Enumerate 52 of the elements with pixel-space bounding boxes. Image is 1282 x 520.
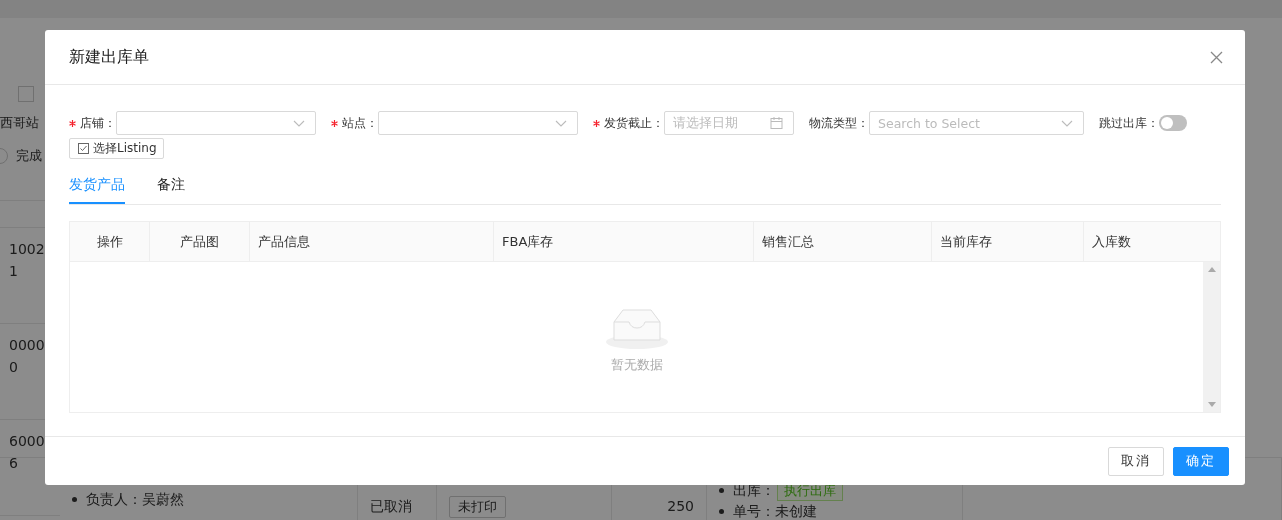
field-label: 物流类型： <box>809 114 869 132</box>
select-field[interactable] <box>116 111 316 135</box>
bullet-icon <box>719 488 724 493</box>
site-label: 西哥站 <box>0 114 39 132</box>
print-status-button[interactable]: 未打印 <box>449 496 506 518</box>
scroll-up-icon[interactable] <box>1207 267 1216 272</box>
table-cell-text: 6 <box>9 454 19 473</box>
close-icon[interactable] <box>1210 50 1223 64</box>
owner-text: 负责人：吴蔚然 <box>86 490 184 509</box>
column-header: 当前库存 <box>932 222 1084 261</box>
chevron-down-icon <box>293 119 305 127</box>
chevron-down-icon <box>555 119 567 127</box>
table-cell-text: 0000 <box>9 336 46 355</box>
radio-label: 完成 <box>16 147 42 165</box>
calendar-icon <box>770 117 783 129</box>
chevron-down-icon <box>1061 119 1073 127</box>
status-text: 已取消 <box>370 497 413 516</box>
table-cell-text: 1002 <box>9 240 46 259</box>
field-label: 店铺： <box>80 114 116 132</box>
field-label: 发货截止： <box>604 114 664 132</box>
select-field[interactable] <box>378 111 578 135</box>
tab[interactable]: 备注 <box>157 167 185 203</box>
checkbox[interactable] <box>18 86 34 102</box>
checkbox-icon <box>78 143 89 154</box>
table-cell-text: 6000 <box>9 432 46 451</box>
column-header: 产品图 <box>150 222 250 261</box>
outbound-label: 出库： <box>733 481 775 500</box>
tab[interactable]: 发货产品 <box>69 167 125 204</box>
scrollbar[interactable] <box>1203 262 1220 412</box>
dialog-title: 新建出库单 <box>69 46 149 68</box>
date-field[interactable]: 请选择日期 <box>664 111 794 135</box>
table-cell-text: 0 <box>9 358 19 377</box>
column-header: 销售汇总 <box>754 222 932 261</box>
confirm-button[interactable]: 确定 <box>1173 446 1229 476</box>
quantity-cell-text: 250 <box>667 497 694 516</box>
order-number-text: 单号：未创建 <box>733 502 817 520</box>
bullet-icon <box>719 509 724 514</box>
toggle-switch[interactable] <box>1159 115 1187 131</box>
cancel-button[interactable]: 取消 <box>1108 446 1164 476</box>
field-label: 跳过出库： <box>1099 114 1159 132</box>
select-listing-button[interactable]: 选择Listing <box>69 138 164 159</box>
column-header: FBA库存 <box>494 222 754 261</box>
bullet-icon <box>72 497 77 502</box>
empty-box-icon <box>604 308 669 350</box>
column-header: 产品信息 <box>250 222 494 261</box>
scroll-down-icon[interactable] <box>1207 402 1216 407</box>
select-field[interactable]: Search to Select <box>869 111 1084 135</box>
field-label: 站点： <box>342 114 378 132</box>
empty-text: 暂无数据 <box>610 356 663 374</box>
column-header: 入库数 <box>1091 232 1132 251</box>
table-cell-text: 1 <box>9 262 19 281</box>
column-header: 操作 <box>70 222 150 261</box>
